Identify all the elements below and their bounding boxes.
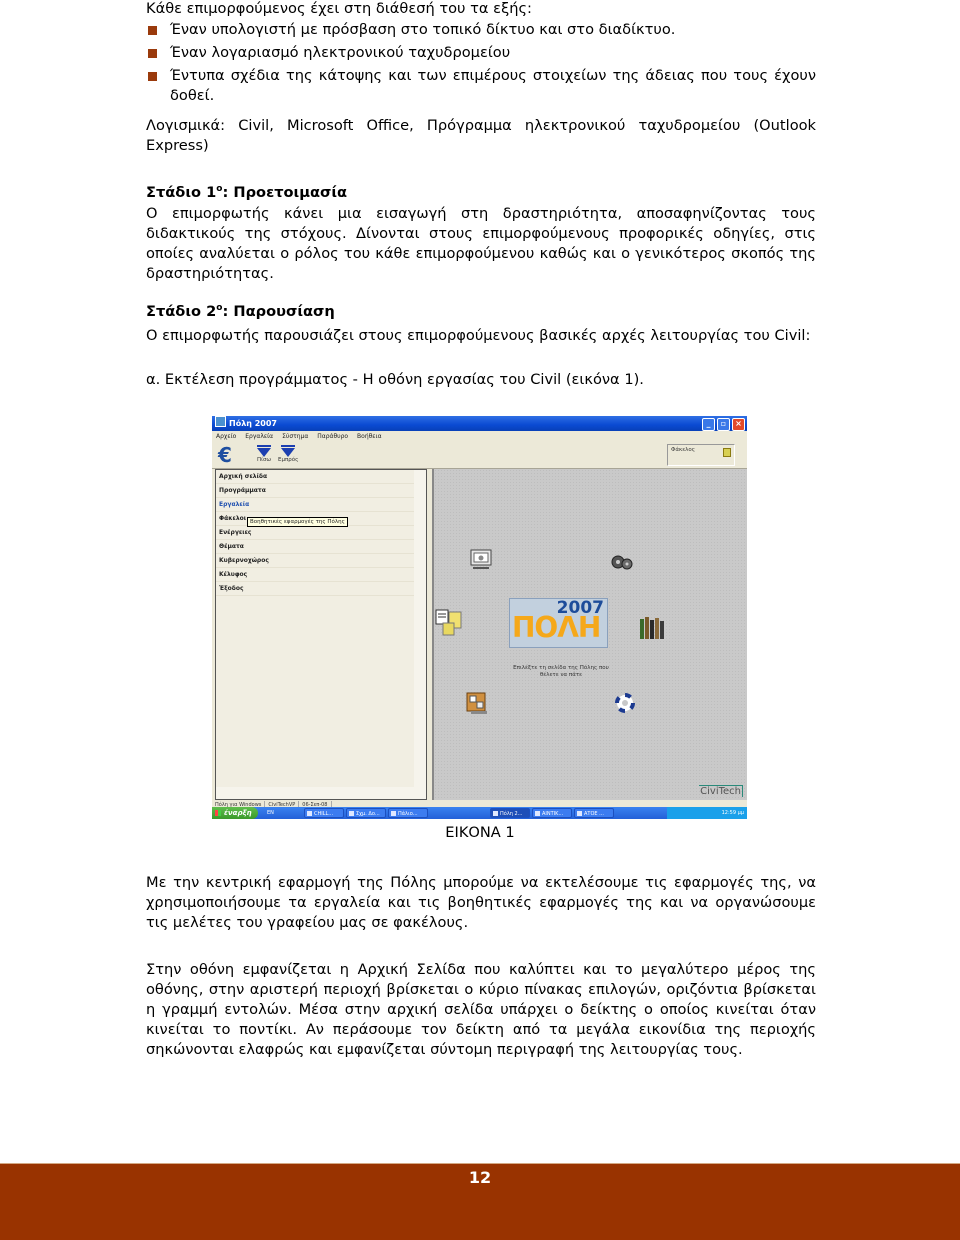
euro-logo-icon: € <box>218 443 232 467</box>
bullet-square-icon <box>148 26 157 35</box>
documents-icon[interactable] <box>435 609 465 637</box>
page-number: 12 <box>468 1168 492 1187</box>
toolbar: € Πίσω Εμπρός Φάκελος <box>212 442 747 469</box>
stage2-body: Ο επιμορφωτής παρουσιάζει στους επιμορφο… <box>146 327 811 344</box>
folder-lock-icon <box>723 448 731 457</box>
poli-2007-logo: ΠΟΛΗ 2007 <box>509 598 608 648</box>
sidebar-item-cyberspace[interactable]: Κυβερνοχώρος▸ <box>216 554 426 568</box>
sidebar-item-programs[interactable]: Προγράμματα <box>216 484 426 498</box>
logo-caption: Επιλέξτε τη σελίδα της Πόλης που θέλετε … <box>513 665 609 678</box>
intro-lead: Κάθε επιμορφούμενος έχει στη διάθεσή του… <box>146 0 532 17</box>
list-item: Έναν υπολογιστή με πρόσβαση στο τοπικό δ… <box>146 20 816 40</box>
figure-caption: ΕΙΚΟΝΑ 1 <box>445 824 515 841</box>
menu-help[interactable]: Βοήθεια <box>357 433 382 440</box>
lifebuoy-help-icon[interactable] <box>615 693 635 713</box>
back-arrow-icon <box>257 448 271 457</box>
forward-arrow-icon <box>281 448 295 457</box>
start-button[interactable]: έναρξη <box>212 807 258 819</box>
back-button[interactable]: Πίσω <box>254 445 274 463</box>
tooltip: Βοηθητικές εφαρμογές της Πόλης <box>247 517 348 527</box>
civitech-logo: CiviTech <box>699 785 743 797</box>
requirements-list: Έναν υπολογιστή με πρόσβαση στο τοπικό δ… <box>146 20 816 106</box>
sidebar-item-actions[interactable]: Ενέργειες▸ <box>216 526 426 540</box>
software-line: Λογισμικά: Civil, Microsoft Office, Πρόγ… <box>146 117 816 154</box>
bullet-square-icon <box>148 49 157 58</box>
sidebar-menu: Αρχική σελίδα Προγράμματα Εργαλεία Φάκελ… <box>215 469 427 800</box>
stage1-body: Ο επιμορφωτής κάνει μια εισαγωγή στη δρα… <box>146 205 816 282</box>
books-icon[interactable] <box>639 616 665 640</box>
folder-box[interactable]: Φάκελος <box>667 444 735 466</box>
window-titlebar: Πόλη 2007 _ ▫ × <box>212 416 747 431</box>
sidebar-item-tools[interactable]: Εργαλεία <box>216 498 426 512</box>
menu-tools[interactable]: Εργαλεία <box>245 433 273 440</box>
paragraph-1: Με την κεντρική εφαρμογή της Πόλης μπορο… <box>146 874 816 931</box>
cabinet-icon[interactable] <box>465 691 489 715</box>
stage1-heading: Στάδιο 1ο: Προετοιμασία <box>146 184 348 201</box>
monitor-icon[interactable] <box>469 548 493 572</box>
page-footer: 12 <box>0 1163 960 1240</box>
sidebar-item-shell[interactable]: Κέλυφος▸ <box>216 568 426 582</box>
vertical-scrollbar[interactable] <box>414 470 426 787</box>
windows-taskbar: έναρξη EN CHILL... Σχμ. Δο... Πάλιο... Π… <box>212 807 747 819</box>
list-item: Έναν λογαριασμό ηλεκτρονικού ταχυδρομείο… <box>146 43 816 63</box>
close-button[interactable]: × <box>732 418 745 431</box>
menu-file[interactable]: Αρχείο <box>216 433 236 440</box>
menu-bar: Αρχείο Εργαλεία Σύστημα Παράθυρο Βοήθεια <box>212 431 747 442</box>
taskbar-item[interactable]: ΑΤΟΕ ... <box>574 808 614 818</box>
bullet-square-icon <box>148 72 157 81</box>
taskbar-item[interactable]: AINTIK... <box>532 808 572 818</box>
taskbar-item[interactable]: Σχμ. Δο... <box>346 808 386 818</box>
gears-icon[interactable] <box>611 553 633 571</box>
menu-window[interactable]: Παράθυρο <box>317 433 348 440</box>
home-page-area: ΠΟΛΗ 2007 Επιλέξτε τη σελίδα της Πόλης π… <box>432 469 747 800</box>
sidebar-item-exit[interactable]: Έξοδος <box>216 582 426 596</box>
horizontal-scrollbar[interactable] <box>216 787 426 799</box>
list-item: Έντυπα σχέδια της κάτοψης και των επιμέρ… <box>146 66 816 106</box>
paragraph-2: Στην οθόνη εμφανίζεται η Αρχική Σελίδα π… <box>146 961 816 1058</box>
taskbar-item-active[interactable]: Πόλη 2... <box>490 808 530 818</box>
maximize-button[interactable]: ▫ <box>717 418 730 431</box>
sidebar-item-topics[interactable]: Θέματα <box>216 540 426 554</box>
app-icon <box>215 416 226 427</box>
menu-system[interactable]: Σύστημα <box>282 433 308 440</box>
windows-flag-icon <box>215 810 221 816</box>
stage2-heading: Στάδιο 2ο: Παρουσίαση <box>146 303 335 320</box>
taskbar-item[interactable]: CHILL... <box>304 808 344 818</box>
forward-button[interactable]: Εμπρός <box>278 445 298 463</box>
language-indicator[interactable]: EN <box>267 807 274 819</box>
sidebar-item-home[interactable]: Αρχική σελίδα <box>216 470 426 484</box>
stage2-item-a: α. Εκτέλεση προγράμματος - Η οθόνη εργασ… <box>146 371 644 388</box>
minimize-button[interactable]: _ <box>702 418 715 431</box>
taskbar-item[interactable]: Πάλιο... <box>388 808 428 818</box>
app-screenshot: Πόλη 2007 _ ▫ × Αρχείο Εργαλεία Σύστημα … <box>212 416 747 819</box>
system-tray: 12:59 μμ <box>667 807 747 819</box>
clock: 12:59 μμ <box>721 810 744 816</box>
